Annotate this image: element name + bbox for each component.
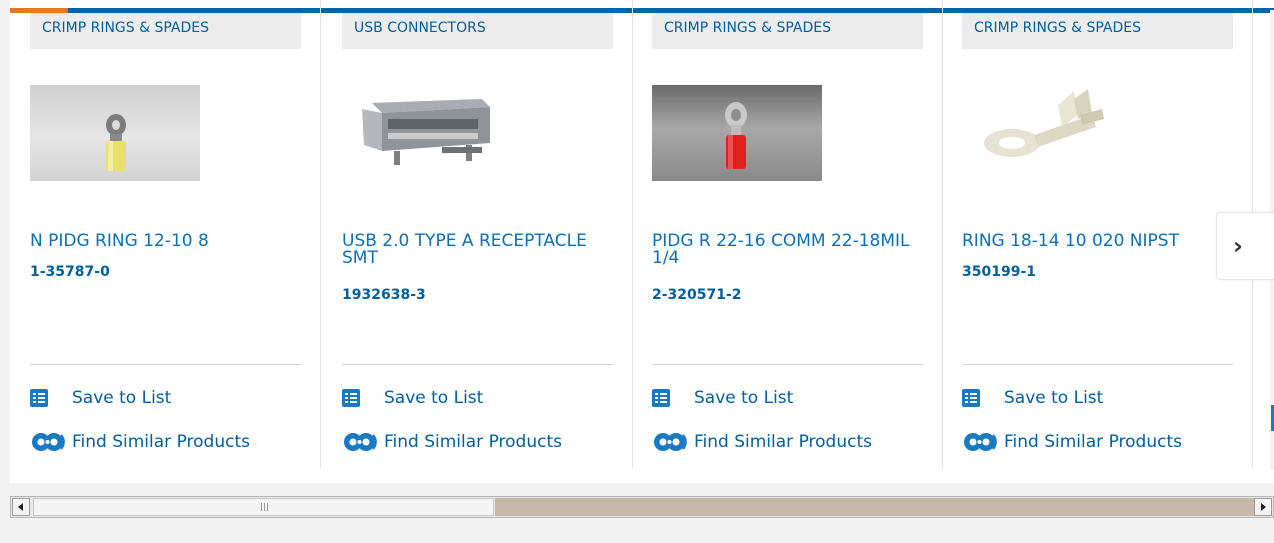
gears-icon — [654, 433, 687, 451]
save-to-list-button[interactable]: Save to List — [652, 388, 793, 408]
save-to-list-label: Save to List — [72, 388, 172, 408]
card-divider — [962, 364, 1233, 365]
save-to-list-label: Save to List — [1004, 388, 1104, 408]
chevron-right-icon: › — [1233, 232, 1243, 260]
find-similar-label: Find Similar Products — [694, 432, 872, 452]
category-label[interactable]: CRIMP RINGS & SPADES — [962, 13, 1233, 49]
part-number-link[interactable]: 1932638-3 — [342, 287, 426, 303]
card-divider — [652, 364, 923, 365]
find-similar-label: Find Similar Products — [72, 432, 250, 452]
product-name-link[interactable]: N PIDG RING 12-10 8 — [30, 233, 290, 250]
product-card: CRIMP RINGS & SPADES N PIDG RING 12-10 8… — [10, 0, 321, 468]
save-to-list-button[interactable]: Save to List — [30, 388, 171, 408]
gears-icon — [964, 433, 997, 451]
gears-icon — [32, 433, 65, 451]
usb-receptacle-image[interactable] — [342, 85, 512, 181]
part-number-link[interactable]: 2-320571-2 — [652, 287, 742, 303]
product-card: USB CONNECTORS USB 2.0 TYPE A RECEPTACLE… — [322, 0, 633, 468]
save-to-list-button[interactable]: Save to List — [342, 388, 483, 408]
product-name-link[interactable]: USB 2.0 TYPE A RECEPTACLE SMT — [342, 233, 602, 267]
product-card: CRIMP RINGS & SPADES RING 18-14 10 020 N… — [942, 0, 1253, 468]
part-number-link[interactable]: 350199-1 — [962, 264, 1036, 280]
red-ring-terminal-image[interactable] — [652, 85, 822, 181]
find-similar-button[interactable]: Find Similar Products — [962, 430, 1182, 454]
find-similar-button[interactable]: Find Similar Products — [652, 430, 872, 454]
scroll-track[interactable] — [495, 498, 1255, 516]
triangle-right-icon — [1261, 503, 1266, 511]
card-divider — [30, 364, 301, 365]
bare-ring-terminal-image[interactable] — [962, 85, 1132, 181]
category-label[interactable]: CRIMP RINGS & SPADES — [652, 13, 923, 49]
checklist-icon — [342, 389, 360, 407]
triangle-left-icon — [18, 503, 23, 511]
find-similar-button[interactable]: Find Similar Products — [30, 430, 250, 454]
scroll-left-button[interactable] — [12, 498, 30, 516]
checklist-icon — [652, 389, 670, 407]
scroll-thumb[interactable] — [33, 498, 494, 516]
product-carousel: CRIMP RINGS & SPADES N PIDG RING 12-10 8… — [10, 0, 1274, 483]
grip-icon — [261, 503, 268, 511]
product-card: CRIMP RINGS & SPADES PIDG R 22-16 COMM 2… — [632, 0, 943, 468]
horizontal-scrollbar[interactable] — [10, 496, 1274, 518]
gears-icon — [344, 433, 377, 451]
yellow-ring-terminal-image[interactable] — [30, 85, 200, 181]
category-label[interactable]: USB CONNECTORS — [342, 13, 613, 49]
card-divider — [342, 364, 613, 365]
part-number-link[interactable]: 1-35787-0 — [30, 264, 110, 280]
find-similar-label: Find Similar Products — [1004, 432, 1182, 452]
product-name-link[interactable]: RING 18-14 10 020 NIPST — [962, 233, 1222, 250]
checklist-icon — [30, 389, 48, 407]
category-label[interactable]: CRIMP RINGS & SPADES — [30, 13, 301, 49]
save-to-list-label: Save to List — [384, 388, 484, 408]
save-to-list-button[interactable]: Save to List — [962, 388, 1103, 408]
save-to-list-label: Save to List — [694, 388, 794, 408]
carousel-next-button[interactable]: › — [1216, 212, 1274, 280]
find-similar-label: Find Similar Products — [384, 432, 562, 452]
find-similar-button[interactable]: Find Similar Products — [342, 430, 562, 454]
product-name-link[interactable]: PIDG R 22-16 COMM 22-18MIL 1/4 — [652, 233, 912, 267]
scroll-right-button[interactable] — [1254, 498, 1272, 516]
checklist-icon — [962, 389, 980, 407]
